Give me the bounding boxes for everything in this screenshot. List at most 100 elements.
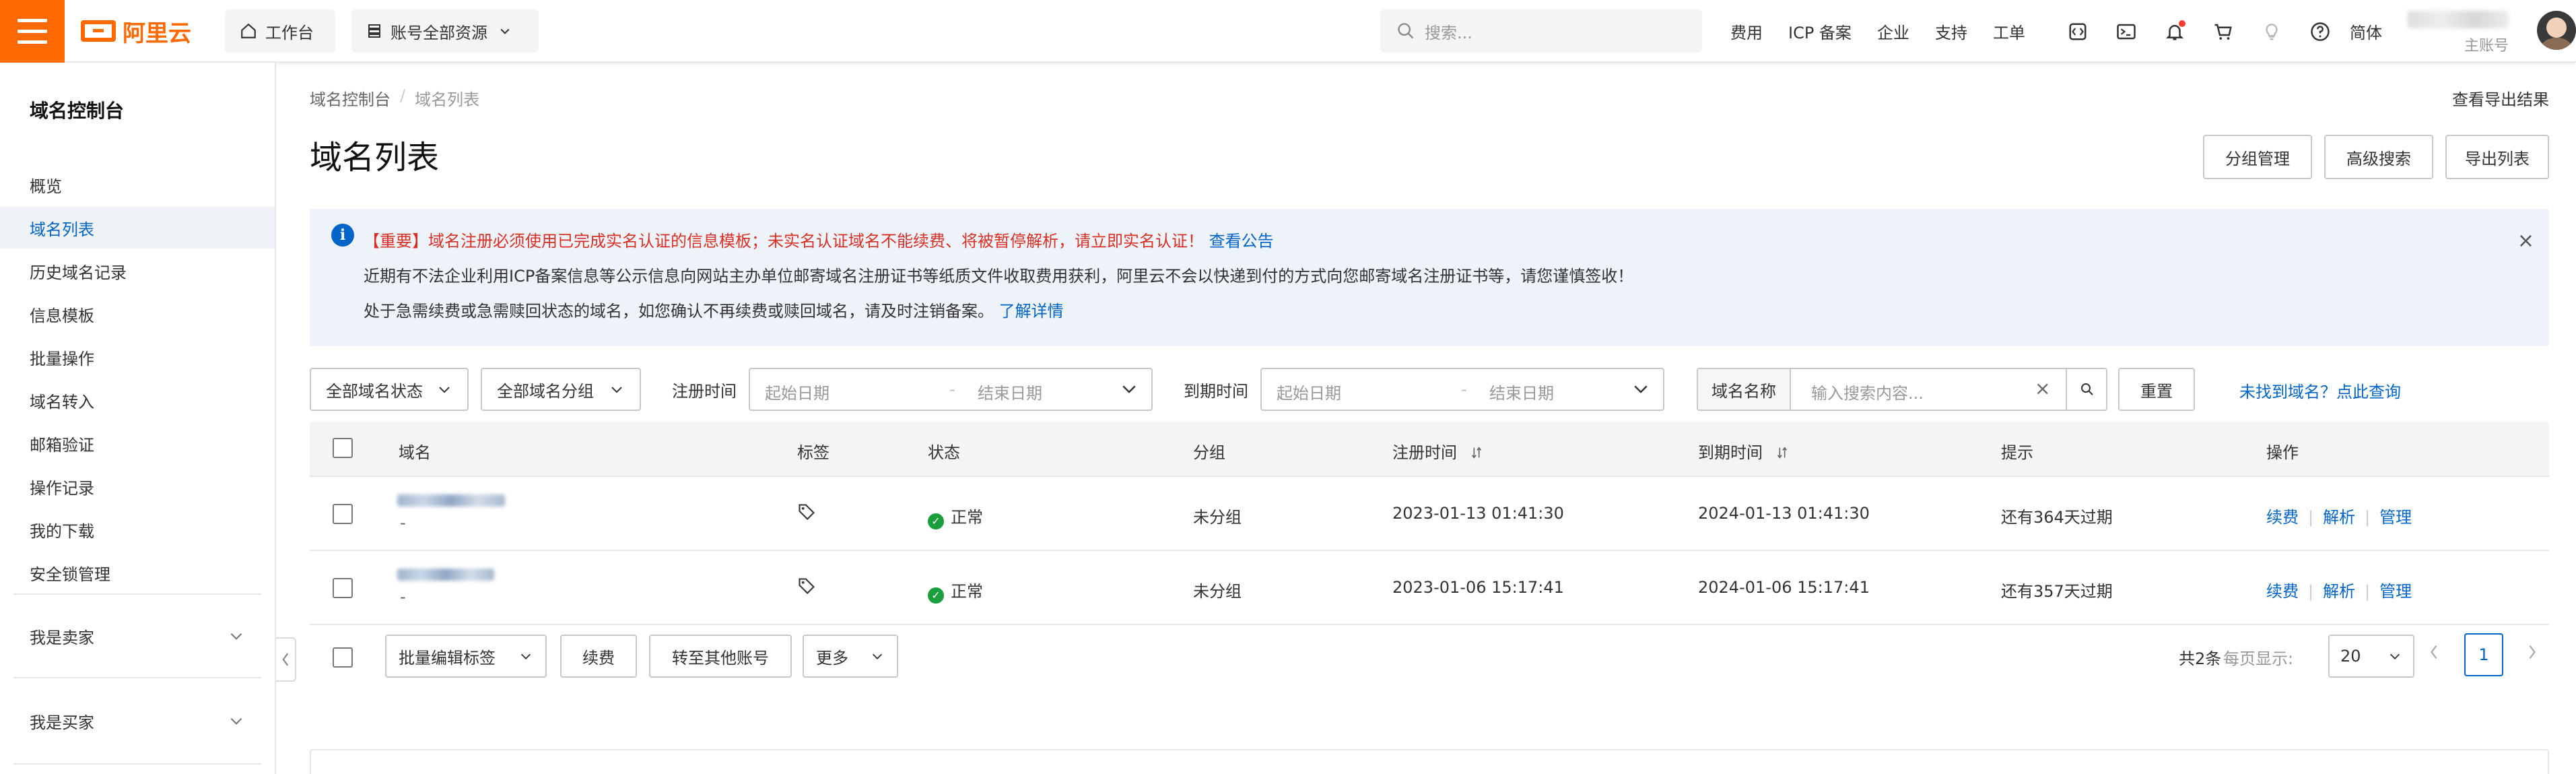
- sidebar-item-batch[interactable]: 批量操作: [0, 336, 275, 378]
- top-nav-icons: [2054, 0, 2344, 63]
- batch-edit-tag-dropdown[interactable]: 批量编辑标签: [385, 635, 547, 678]
- close-icon[interactable]: ×: [2517, 229, 2534, 253]
- notification-dot: [2179, 20, 2185, 27]
- breadcrumb-root[interactable]: 域名控制台: [310, 86, 391, 110]
- tag-icon[interactable]: [797, 503, 816, 525]
- info-icon: i: [331, 224, 354, 247]
- sidebar-item-email-verify[interactable]: 邮箱验证: [0, 422, 275, 464]
- row-checkbox[interactable]: [333, 578, 353, 598]
- domain-group-select[interactable]: 全部域名分组: [481, 368, 641, 411]
- search-icon: [1398, 23, 1414, 39]
- more-dropdown[interactable]: 更多: [803, 635, 898, 678]
- domain-name-redacted[interactable]: [397, 494, 505, 507]
- nav-link-enterprise[interactable]: 企业: [1877, 20, 1909, 43]
- reg-start-placeholder: 起始日期: [765, 384, 829, 403]
- sidebar-item-op-log[interactable]: 操作记录: [0, 465, 275, 507]
- clear-icon[interactable]: ×: [2035, 377, 2050, 399]
- code-icon[interactable]: [2054, 22, 2102, 42]
- col-reg-time[interactable]: 注册时间: [1392, 439, 1484, 463]
- reg-time-label: 注册时间: [672, 381, 737, 401]
- sidebar-group-buyer[interactable]: 我是买家: [0, 700, 275, 742]
- terminal-icon[interactable]: [2102, 22, 2150, 42]
- language-switch[interactable]: 简体: [2350, 0, 2382, 63]
- sidebar-item-history[interactable]: 历史域名记录: [0, 250, 275, 292]
- lightbulb-icon[interactable]: [2247, 22, 2296, 42]
- account-menu[interactable]: 主账号: [2408, 7, 2536, 57]
- next-page-icon[interactable]: [2526, 643, 2538, 667]
- dns-link[interactable]: 解析: [2323, 508, 2355, 527]
- notice-announcement-link[interactable]: 查看公告: [1209, 232, 1274, 251]
- transfer-account-button[interactable]: 转至其他账号: [649, 635, 792, 678]
- domain-status-select[interactable]: 全部域名状态: [310, 368, 469, 411]
- workbench-button[interactable]: 工作台: [225, 9, 335, 53]
- sidebar-item-transfer-in[interactable]: 域名转入: [0, 379, 275, 421]
- sidebar-collapse-handle[interactable]: [276, 637, 296, 682]
- notice-learn-more-link[interactable]: 了解详情: [999, 302, 1064, 321]
- reg-end-placeholder: 结束日期: [978, 384, 1042, 403]
- domain-search-group: 域名名称 输入搜索内容... ×: [1697, 368, 2107, 411]
- exp-end-placeholder: 结束日期: [1489, 384, 1554, 403]
- group-cell: 未分组: [1193, 508, 1242, 527]
- cart-icon[interactable]: [2199, 22, 2247, 42]
- hint-cell: 还有364天过期: [2001, 508, 2113, 527]
- sidebar-item-domain-list[interactable]: 域名列表: [0, 207, 275, 249]
- nav-link-ticket[interactable]: 工单: [1993, 20, 2025, 43]
- domain-search-input[interactable]: 输入搜索内容...: [1811, 380, 1924, 404]
- col-reg-time-label: 注册时间: [1392, 443, 1457, 462]
- search-icon: [2081, 383, 2093, 395]
- page-number-current[interactable]: 1: [2464, 633, 2503, 676]
- nav-link-billing[interactable]: 费用: [1730, 20, 1763, 43]
- per-page-select[interactable]: 20: [2328, 635, 2414, 678]
- group-manage-button[interactable]: 分组管理: [2203, 135, 2312, 179]
- manage-link[interactable]: 管理: [2379, 582, 2412, 601]
- chevron-down-icon: [230, 633, 242, 640]
- sidebar-item-security-lock[interactable]: 安全锁管理: [0, 552, 275, 593]
- tag-icon[interactable]: [797, 577, 816, 600]
- sidebar-item-downloads[interactable]: 我的下载: [0, 509, 275, 550]
- export-list-button[interactable]: 导出列表: [2445, 135, 2549, 179]
- chevron-down-icon: [500, 28, 510, 34]
- col-exp-time-label: 到期时间: [1698, 443, 1763, 462]
- row-checkbox[interactable]: [333, 504, 353, 524]
- global-search-input[interactable]: 搜索...: [1380, 9, 1702, 53]
- prev-page-icon[interactable]: [2428, 643, 2440, 667]
- nav-link-support[interactable]: 支持: [1935, 20, 1967, 43]
- range-separator: -: [1461, 380, 1467, 399]
- search-button[interactable]: [2066, 369, 2107, 410]
- col-exp-time[interactable]: 到期时间: [1698, 439, 1790, 463]
- select-all-checkbox[interactable]: [333, 438, 353, 458]
- footer-select-all-checkbox[interactable]: [333, 647, 353, 668]
- account-role: 主账号: [2464, 38, 2509, 55]
- hamburger-menu-button[interactable]: [0, 0, 65, 63]
- sidebar-item-templates[interactable]: 信息模板: [0, 293, 275, 335]
- export-result-link[interactable]: 查看导出结果: [2452, 86, 2549, 110]
- notice-warning-text: 【重要】域名注册必须使用已完成实名认证的信息模板；未实名认证域名不能续费、将被暂…: [364, 232, 1204, 251]
- avatar[interactable]: [2537, 11, 2576, 50]
- domain-not-found-link[interactable]: 未找到域名？点此查询: [2239, 379, 2401, 402]
- sidebar-group-seller[interactable]: 我是卖家: [0, 615, 275, 657]
- reset-button[interactable]: 重置: [2118, 368, 2195, 411]
- domain-name-redacted[interactable]: [397, 569, 494, 581]
- stack-icon: [368, 24, 380, 38]
- search-field-select[interactable]: 域名名称: [1698, 369, 1791, 410]
- resources-dropdown[interactable]: 账号全部资源: [351, 9, 539, 53]
- exp-time-range-picker[interactable]: 起始日期 - 结束日期: [1260, 368, 1664, 411]
- chevron-down-icon: [439, 387, 450, 393]
- renew-link[interactable]: 续费: [2266, 582, 2299, 601]
- advanced-search-button[interactable]: 高级搜索: [2324, 135, 2433, 179]
- batch-renew-button[interactable]: 续费: [560, 635, 637, 678]
- dns-link[interactable]: 解析: [2323, 582, 2355, 601]
- sidebar-item-overview[interactable]: 概览: [0, 164, 275, 205]
- aliyun-logo[interactable]: 阿里云: [81, 15, 191, 47]
- col-group: 分组: [1193, 443, 1225, 462]
- status-text: 正常: [951, 582, 983, 601]
- account-name-redacted: [2408, 11, 2509, 28]
- nav-link-icp[interactable]: ICP 备案: [1788, 20, 1852, 43]
- ops-cell: 续费 | 解析 | 管理: [2266, 578, 2412, 602]
- domain-sub-text: -: [400, 513, 406, 532]
- bell-icon[interactable]: [2150, 20, 2199, 42]
- help-icon[interactable]: [2296, 22, 2344, 42]
- renew-link[interactable]: 续费: [2266, 508, 2299, 527]
- manage-link[interactable]: 管理: [2379, 508, 2412, 527]
- reg-time-range-picker[interactable]: 起始日期 - 结束日期: [749, 368, 1153, 411]
